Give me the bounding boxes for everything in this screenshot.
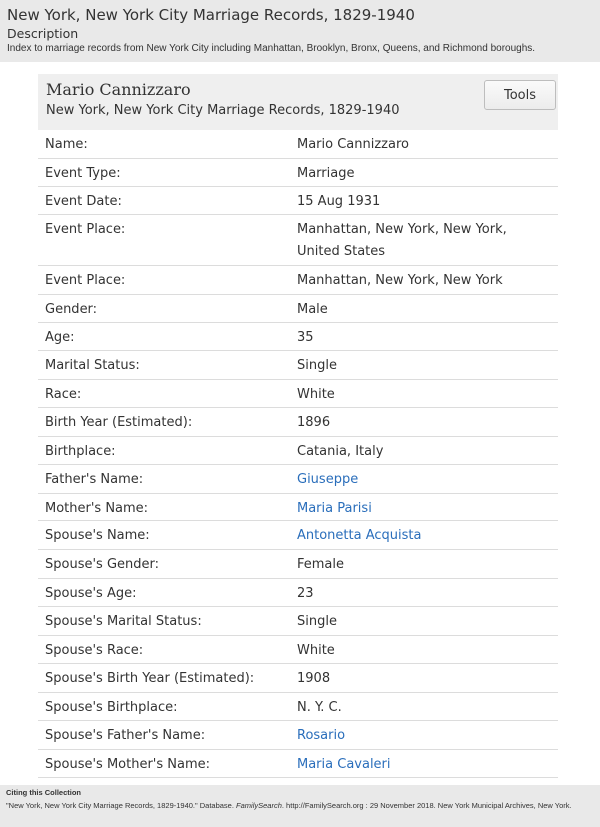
- field-label: Spouse's Birth Year (Estimated):: [45, 671, 255, 686]
- table-row: Event Type: Marriage: [38, 159, 558, 187]
- table-row: Spouse's Race: White: [38, 636, 558, 664]
- table-row: Father's Name: Giuseppe: [38, 465, 558, 494]
- field-value-link[interactable]: Antonetta Acquista: [297, 525, 547, 547]
- field-value-link[interactable]: Maria Cavaleri: [297, 754, 547, 776]
- field-value: Single: [297, 358, 337, 373]
- field-value: Mario Cannizzaro: [297, 137, 409, 152]
- table-row: Spouse's Birth Year (Estimated): 1908: [38, 664, 558, 693]
- field-value-link[interactable]: Giuseppe: [297, 469, 547, 491]
- field-value: Manhattan, New York, New York, United St…: [297, 222, 507, 259]
- record-card: Mario Cannizzaro New York, New York City…: [38, 74, 558, 778]
- field-label: Father's Name:: [45, 472, 144, 487]
- field-label: Age:: [45, 330, 75, 345]
- record-header: Mario Cannizzaro New York, New York City…: [38, 74, 558, 130]
- table-row: Birthplace: Catania, Italy: [38, 437, 558, 465]
- table-row: Spouse's Age: 23: [38, 579, 558, 607]
- field-label: Gender:: [45, 302, 98, 317]
- citation-footer: Citing this Collection "New York, New Yo…: [0, 785, 600, 827]
- field-label: Event Place:: [45, 222, 126, 237]
- field-label: Spouse's Mother's Name:: [45, 757, 211, 772]
- field-value-link[interactable]: Maria Parisi: [297, 498, 547, 520]
- field-value: 15 Aug 1931: [297, 194, 381, 209]
- field-label: Birthplace:: [45, 444, 116, 459]
- field-label: Spouse's Birthplace:: [45, 700, 178, 715]
- field-value: 23: [297, 586, 314, 601]
- table-row: Spouse's Marital Status: Single: [38, 607, 558, 636]
- field-label: Marital Status:: [45, 358, 140, 373]
- field-label: Spouse's Race:: [45, 643, 144, 658]
- citation-heading: Citing this Collection: [6, 788, 81, 797]
- table-row: Event Place: Manhattan, New York, New Yor…: [38, 266, 558, 295]
- field-label: Race:: [45, 387, 82, 402]
- field-label: Spouse's Father's Name:: [45, 728, 206, 743]
- field-value: 35: [297, 330, 314, 345]
- field-label: Mother's Name:: [45, 501, 149, 516]
- table-row: Age: 35: [38, 323, 558, 351]
- citation-text: "New York, New York City Marriage Record…: [6, 801, 572, 810]
- field-label: Spouse's Gender:: [45, 557, 160, 572]
- collection-description: Index to marriage records from New York …: [7, 43, 536, 54]
- field-value: Single: [297, 614, 337, 629]
- table-row: Event Date: 15 Aug 1931: [38, 187, 558, 215]
- field-value: White: [297, 643, 335, 658]
- field-value: 1896: [297, 415, 331, 430]
- table-row: Spouse's Mother's Name: Maria Cavaleri: [38, 750, 558, 778]
- field-label: Event Date:: [45, 194, 122, 209]
- table-row: Event Place: Manhattan, New York, New Yor…: [38, 215, 558, 266]
- collection-header: New York, New York City Marriage Records…: [0, 0, 600, 62]
- field-value: Manhattan, New York, New York: [297, 273, 503, 288]
- tools-button[interactable]: Tools: [484, 80, 556, 110]
- field-value-link[interactable]: Rosario: [297, 725, 547, 747]
- field-label: Event Place:: [45, 273, 126, 288]
- field-value: Marriage: [297, 166, 355, 181]
- table-row: Spouse's Father's Name: Rosario: [38, 721, 558, 750]
- field-label: Event Type:: [45, 166, 121, 181]
- citation-source: FamilySearch: [236, 801, 282, 810]
- collection-title: New York, New York City Marriage Records…: [7, 6, 415, 24]
- table-row: Race: White: [38, 380, 558, 408]
- table-row: Mother's Name: Maria Parisi: [38, 494, 558, 521]
- field-value: Male: [297, 302, 328, 317]
- field-label: Birth Year (Estimated):: [45, 415, 193, 430]
- table-row: Name: Mario Cannizzaro: [38, 130, 558, 159]
- table-row: Spouse's Name: Antonetta Acquista: [38, 521, 558, 550]
- record-person-name: Mario Cannizzaro: [46, 80, 191, 99]
- description-heading: Description: [7, 26, 79, 41]
- field-value: Catania, Italy: [297, 444, 384, 459]
- table-row: Spouse's Gender: Female: [38, 550, 558, 579]
- field-label: Name:: [45, 137, 88, 152]
- field-value: White: [297, 387, 335, 402]
- table-row: Marital Status: Single: [38, 351, 558, 380]
- field-value: 1908: [297, 671, 331, 686]
- record-fields-table: Name: Mario Cannizzaro Event Type: Marriage…: [38, 130, 558, 778]
- field-value: N. Y. C.: [297, 700, 342, 715]
- table-row: Gender: Male: [38, 295, 558, 323]
- field-label: Spouse's Age:: [45, 586, 137, 601]
- table-row: Spouse's Birthplace: N. Y. C.: [38, 693, 558, 721]
- record-collection-name: New York, New York City Marriage Records…: [46, 103, 400, 118]
- table-row: Birth Year (Estimated): 1896: [38, 408, 558, 437]
- field-value: Female: [297, 557, 345, 572]
- field-label: Spouse's Name:: [45, 528, 150, 543]
- field-label: Spouse's Marital Status:: [45, 614, 202, 629]
